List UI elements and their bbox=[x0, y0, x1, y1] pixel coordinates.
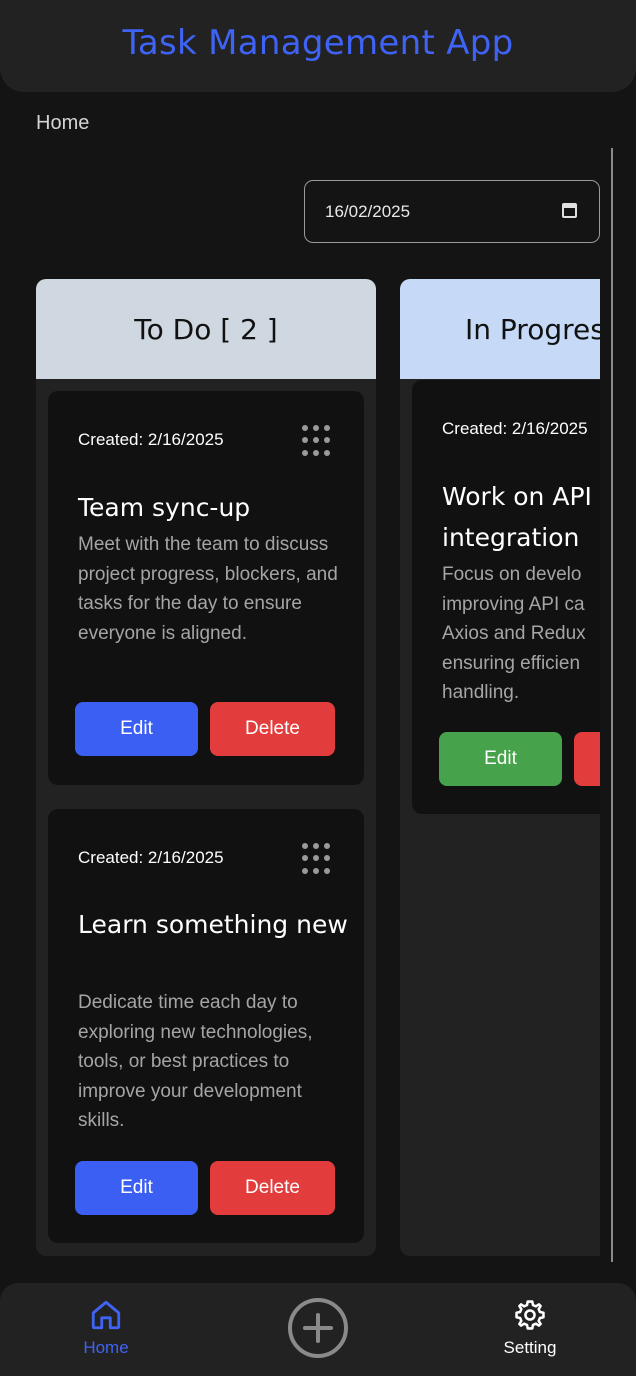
task-card[interactable]: Created: 2/16/2025 Team sync-up Meet wit… bbox=[48, 391, 364, 785]
edit-button[interactable]: Edit bbox=[75, 1161, 198, 1215]
card-title: Team sync-up bbox=[78, 493, 251, 522]
column-in-progress-title: In Progres bbox=[400, 279, 600, 379]
breadcrumb[interactable]: Home bbox=[36, 112, 89, 135]
task-app-screen: Task Management App Home 16/02/2025 To D… bbox=[0, 0, 636, 1376]
plus-circle-icon[interactable] bbox=[286, 1296, 350, 1360]
vertical-scrollbar[interactable] bbox=[611, 148, 613, 1262]
task-card[interactable]: Created: 2/16/2025 Work on API integrati… bbox=[412, 380, 600, 814]
card-created-date: Created: 2/16/2025 bbox=[442, 419, 588, 438]
bottom-navigation: Home Setting bbox=[0, 1283, 636, 1376]
column-todo-title: To Do [ 2 ] bbox=[36, 279, 376, 379]
gear-icon bbox=[515, 1300, 545, 1330]
drag-handle-icon[interactable] bbox=[302, 425, 334, 457]
card-description: Meet with the team to discuss project pr… bbox=[78, 534, 338, 644]
delete-button[interactable] bbox=[574, 732, 600, 786]
card-description: Dedicate time each day to exploring new … bbox=[78, 992, 313, 1131]
drag-handle-icon[interactable] bbox=[302, 843, 334, 875]
app-title: Task Management App bbox=[122, 23, 514, 63]
card-title: Work on API integration bbox=[442, 482, 592, 552]
card-title: Learn something new bbox=[78, 910, 348, 939]
date-value: 16/02/2025 bbox=[325, 201, 411, 221]
nav-home-label: Home bbox=[83, 1338, 129, 1357]
column-in-progress: In Progres Created: 2/16/2025 Work on AP… bbox=[400, 279, 600, 1256]
column-todo: To Do [ 2 ] Created: 2/16/2025 Team sync… bbox=[36, 279, 376, 1256]
card-created-date: Created: 2/16/2025 bbox=[78, 848, 224, 867]
delete-button[interactable]: Delete bbox=[210, 1161, 335, 1215]
calendar-icon[interactable] bbox=[562, 203, 577, 218]
nav-setting[interactable]: Setting bbox=[480, 1283, 580, 1376]
nav-setting-label: Setting bbox=[503, 1338, 557, 1357]
home-icon bbox=[91, 1300, 121, 1330]
delete-button[interactable]: Delete bbox=[210, 702, 335, 756]
edit-button[interactable]: Edit bbox=[75, 702, 198, 756]
card-description: Focus on develo improving API ca Axios a… bbox=[442, 564, 586, 703]
nav-home[interactable]: Home bbox=[66, 1283, 146, 1376]
date-filter-input[interactable]: 16/02/2025 bbox=[304, 180, 600, 243]
task-card[interactable]: Created: 2/16/2025 Learn something new D… bbox=[48, 809, 364, 1243]
app-header: Task Management App bbox=[0, 0, 636, 92]
edit-button[interactable]: Edit bbox=[439, 732, 562, 786]
kanban-board[interactable]: To Do [ 2 ] Created: 2/16/2025 Team sync… bbox=[36, 279, 600, 1256]
card-created-date: Created: 2/16/2025 bbox=[78, 430, 224, 449]
